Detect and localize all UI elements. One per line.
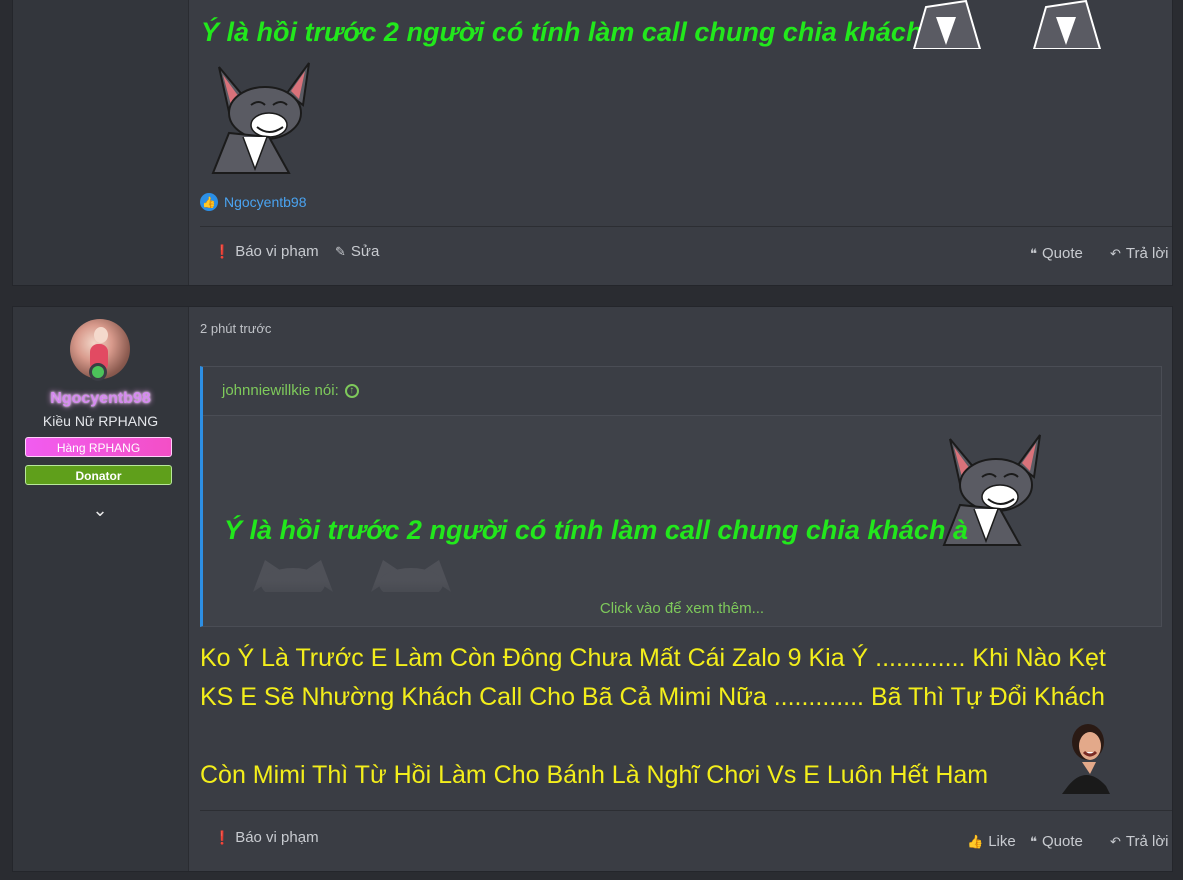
quote-expand-link[interactable]: Click vào để xem thêm... [203,581,1161,626]
post-actions: ❗ Báo vi phạm ✎ Sửa ❝ Quote ↶ Trả lời [200,226,1172,287]
message-line: KS E Sẽ Nhường Khách Call Cho Bã Cả Mimi… [200,683,1105,711]
like-icon: 👍 [200,193,218,211]
user-title: Kiều Nữ RPHANG [42,413,159,429]
reply-icon: ↶ [1110,833,1121,849]
reaction-bar[interactable]: 👍 Ngocyentb98 [200,193,307,211]
reaction-user[interactable]: Ngocyentb98 [224,194,307,210]
post-previous: Ý là hồi trước 2 người có tính làm call … [12,0,1173,286]
cat-sticker-icon [1032,0,1102,49]
alert-icon: ❗ [214,829,231,845]
message-line: Còn Mimi Thì Từ Hồi Làm Cho Bánh Là Nghĩ… [200,761,989,789]
like-button[interactable]: 👍 Like [967,833,1016,850]
user-banner-donator: Donator [25,465,172,485]
cat-sticker-icon [912,0,982,49]
reply-button[interactable]: ↶ Trả lời [1110,833,1169,850]
quote-icon: ❝ [1030,833,1037,849]
user-banner-rank: Hàng RPHANG [25,437,172,457]
report-button[interactable]: ❗ Báo vi phạm [214,829,319,846]
chevron-down-icon[interactable]: ⌄ [89,500,111,522]
reply-icon: ↶ [1110,245,1121,261]
edit-button[interactable]: ✎ Sửa [335,243,379,260]
arrow-up-icon: ↑ [344,383,359,398]
thumbs-up-icon: 👍 [967,833,984,849]
user-cell: Ngocyentb98 Kiều Nữ RPHANG Hàng RPHANG D… [13,307,189,871]
username[interactable]: Ngocyentb98 [13,390,188,408]
online-status-icon [89,363,107,381]
quote-icon: ❝ [1030,245,1037,261]
user-cell [13,0,189,285]
report-button[interactable]: ❗ Báo vi phạm [214,243,319,260]
post-timestamp[interactable]: 2 phút trước [200,321,271,336]
alert-icon: ❗ [214,243,231,259]
laughing-woman-emoji-icon [1050,716,1122,794]
quote-text: Ý là hồi trước 2 người có tính làm call … [224,515,968,545]
post-reply: Ngocyentb98 Kiều Nữ RPHANG Hàng RPHANG D… [12,306,1173,872]
quote-header: johnniewillkie nói: ↑ [203,367,1161,416]
post-actions: ❗ Báo vi phạm 👍 Like ❝ Quote ↶ Trả lời [200,810,1172,871]
message-line: Ko Ý Là Trước E Làm Còn Đông Chưa Mất Cá… [200,644,1106,672]
quote-block: johnniewillkie nói: ↑ Ý là hồi trước 2 n… [200,366,1162,627]
post-green-text: Ý là hồi trước 2 người có tính làm call … [201,17,945,47]
pencil-icon: ✎ [335,243,346,259]
quote-button[interactable]: ❝ Quote [1030,833,1083,850]
quote-author[interactable]: johnniewillkie nói: ↑ [222,382,359,399]
cat-sticker-icon [211,62,310,174]
quote-button[interactable]: ❝ Quote [1030,245,1083,262]
reply-button[interactable]: ↶ Trả lời [1110,245,1169,262]
